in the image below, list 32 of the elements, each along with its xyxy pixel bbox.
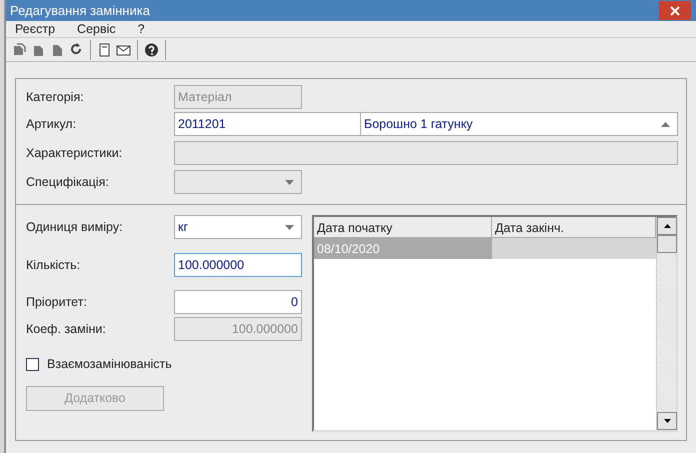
field-label: Пріоритет: (26, 294, 88, 311)
caret-icon (285, 224, 294, 230)
scroll-up-button[interactable] (657, 217, 677, 235)
input-field[interactable]: 0 (174, 290, 302, 314)
scrollbar-thumb[interactable] (657, 235, 677, 253)
menu-item[interactable]: Сервіс (77, 20, 116, 38)
window-title: Редагування замінника (10, 2, 150, 20)
caret-icon (661, 122, 670, 126)
copy-icon[interactable] (12, 42, 27, 58)
close-icon (670, 6, 680, 16)
field-label: Категорія: (26, 88, 85, 106)
help-icon[interactable] (144, 42, 159, 58)
checkbox[interactable] (26, 358, 39, 371)
input-field[interactable]: 100.000000 (174, 253, 302, 277)
scroll-down-button[interactable] (657, 412, 677, 430)
input-field[interactable]: Борошно 1 гатунку (360, 112, 678, 136)
field-label: Характеристики: (26, 144, 124, 162)
caret-icon (285, 180, 294, 184)
arrow-down-icon (664, 419, 670, 423)
field-label: Артикул: (26, 116, 78, 133)
menu-item[interactable]: ? (138, 20, 145, 38)
dropdown-field[interactable]: кг (174, 215, 302, 239)
field-label: Кількість: (26, 256, 82, 274)
field-label: Одиниця виміру: (26, 218, 124, 236)
document-icon[interactable] (97, 42, 112, 58)
field-label: Специфікація: (26, 174, 110, 191)
close-button[interactable] (659, 1, 691, 20)
input-field[interactable]: 2011201 (174, 112, 360, 136)
arrow-up-icon (664, 224, 670, 228)
field-label: Коеф. заміни: (26, 320, 107, 338)
menu-item[interactable]: Реєстр (15, 20, 56, 38)
checkbox-label: Взаємозамінюваність (47, 356, 172, 373)
